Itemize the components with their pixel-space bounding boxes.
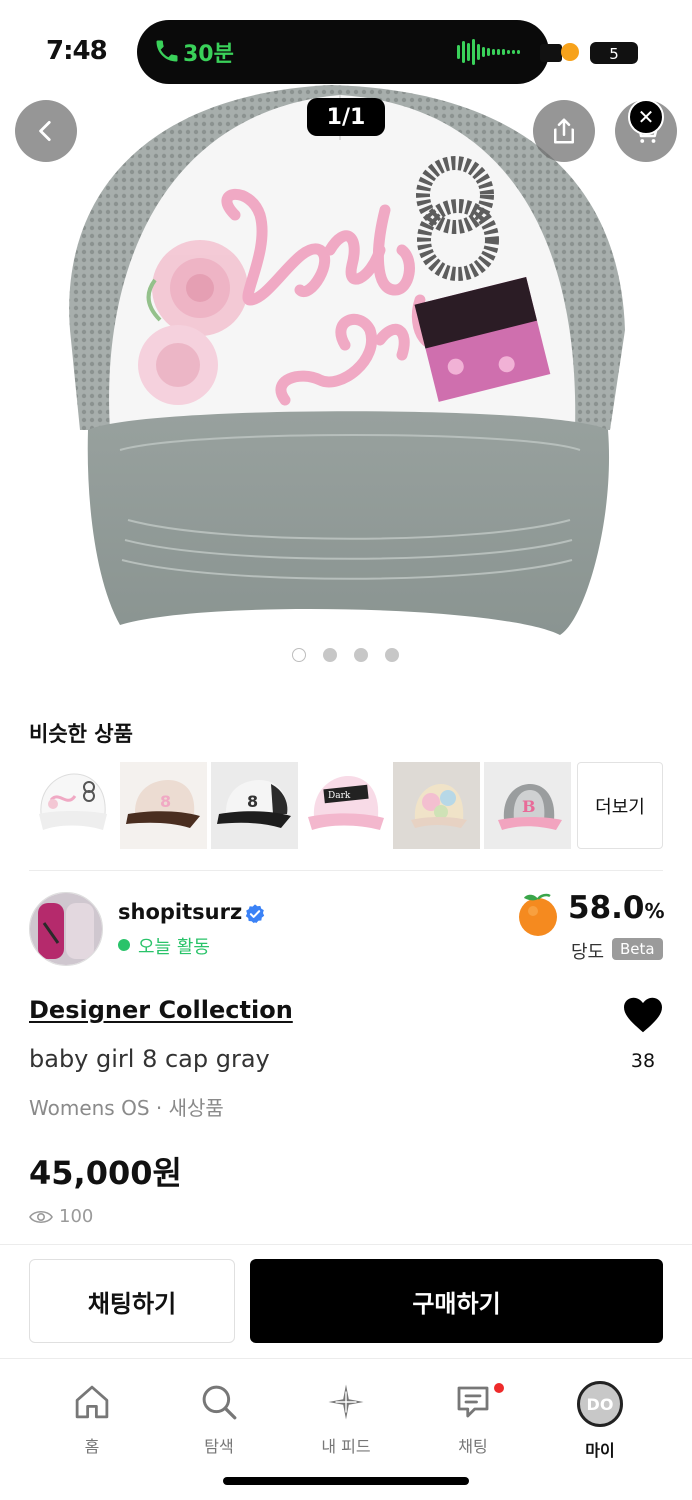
product-name: baby girl 8 cap gray [29, 1045, 270, 1073]
tab-label: 채팅 [458, 1437, 488, 1456]
divider [0, 1244, 692, 1245]
like-count: 38 [630, 1050, 656, 1072]
eye-icon [29, 1210, 53, 1223]
product-thumb-image: Dark [308, 776, 384, 830]
more-similar-button[interactable]: 더보기 [577, 762, 663, 849]
home-icon [75, 1385, 109, 1419]
share-icon [554, 118, 574, 144]
svg-text:5: 5 [609, 45, 619, 63]
avatar-icon: DO [577, 1381, 623, 1427]
similar-product-thumb[interactable] [393, 762, 480, 849]
product-thumb-image: 8 [126, 780, 200, 828]
chevron-left-icon [39, 120, 51, 142]
search-icon [202, 1385, 237, 1420]
chat-bubble-icon [457, 1386, 489, 1418]
product-thumb-image: B [498, 784, 562, 830]
product-thumb-image [39, 773, 107, 830]
similar-products-title: 비슷한 상품 [29, 722, 133, 746]
chat-button[interactable]: 채팅하기 [29, 1259, 235, 1343]
carousel-dot[interactable] [323, 648, 337, 662]
svg-text:Dark: Dark [328, 791, 351, 801]
tab-label: 홈 [84, 1437, 100, 1456]
svg-text:8: 8 [160, 792, 171, 811]
tab-my[interactable]: DO 마이 [555, 1381, 645, 1461]
carousel-dot[interactable] [354, 648, 368, 662]
notification-dot [494, 1383, 504, 1393]
heart-icon[interactable] [622, 996, 664, 1034]
audio-wave-icon [457, 39, 520, 65]
call-duration: 30분 [183, 42, 234, 67]
carousel-dot[interactable] [292, 648, 306, 662]
product-thumb-image [411, 784, 467, 828]
similar-products-list: 8 8 Dark B [29, 762, 571, 849]
similar-product-thumb[interactable]: Dark [302, 762, 389, 849]
phone-icon [156, 40, 178, 62]
temperature-score: 58.0% [568, 890, 665, 926]
seller-avatar[interactable] [29, 892, 103, 966]
dynamic-island-call[interactable]: 30분 [137, 20, 549, 84]
svg-text:8: 8 [247, 792, 258, 811]
similar-product-thumb[interactable] [29, 762, 116, 849]
product-thumb-image: 8 [217, 780, 291, 828]
score-value: 58.0 [568, 890, 645, 926]
product-price: 45,000원 [29, 1154, 182, 1192]
home-indicator [223, 1477, 469, 1485]
orange-fruit-icon [519, 893, 557, 936]
score-unit: % [644, 899, 665, 923]
online-status-dot [118, 939, 130, 951]
verified-badge-icon [245, 904, 265, 924]
similar-product-thumb[interactable]: B [484, 762, 571, 849]
tab-home[interactable]: 홈 [47, 1381, 137, 1457]
divider [29, 870, 663, 871]
close-icon[interactable]: ✕ [628, 99, 664, 135]
product-meta: Womens OS · 새상품 [29, 1096, 224, 1120]
status-indicators-icon: 5 [540, 42, 638, 64]
seller-name[interactable]: shopitsurz [118, 900, 242, 924]
image-counter: 1/1 [307, 98, 385, 136]
beta-badge: Beta [612, 938, 663, 960]
tab-label: 마이 [585, 1441, 615, 1460]
tab-chat[interactable]: 채팅 [428, 1381, 518, 1457]
similar-product-thumb[interactable]: 8 [211, 762, 298, 849]
seller-activity: 오늘 활동 [138, 937, 210, 958]
avatar-image [30, 893, 102, 965]
share-button[interactable] [533, 100, 595, 162]
view-count: 100 [29, 1206, 93, 1227]
tab-label: 탐색 [204, 1437, 234, 1456]
tab-search[interactable]: 탐색 [174, 1381, 264, 1457]
buy-button[interactable]: 구매하기 [250, 1259, 663, 1343]
product-image-carousel[interactable]: 7:48 30분 5 1/1 ✕ [0, 0, 692, 690]
brand-link[interactable]: Designer Collection [29, 996, 293, 1024]
carousel-dots [292, 648, 399, 662]
similar-product-thumb[interactable]: 8 [120, 762, 207, 849]
tab-feed[interactable]: 내 피드 [301, 1381, 391, 1457]
svg-text:B: B [522, 797, 536, 816]
back-button[interactable] [15, 100, 77, 162]
sparkle-icon [328, 1384, 364, 1420]
tab-label: 내 피드 [321, 1437, 371, 1456]
status-time: 7:48 [46, 36, 108, 66]
view-count-value: 100 [59, 1206, 94, 1227]
score-label: 당도 [571, 942, 605, 963]
carousel-dot[interactable] [385, 648, 399, 662]
